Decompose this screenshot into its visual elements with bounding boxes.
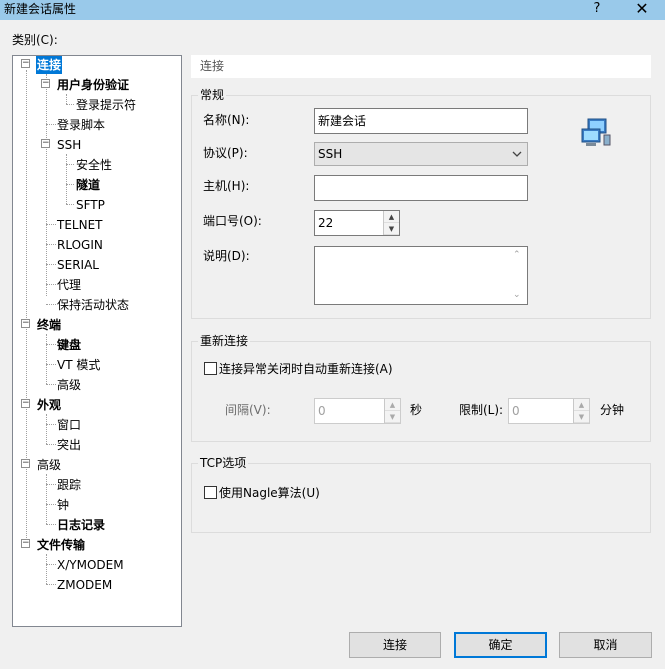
tree-item-sftp[interactable]: SFTP: [76, 196, 105, 214]
tree-item-zmodem[interactable]: ZMODEM: [57, 576, 112, 594]
cancel-button[interactable]: 取消: [559, 632, 652, 658]
collapse-icon[interactable]: −: [21, 319, 30, 328]
description-textarea[interactable]: [314, 246, 528, 305]
tree-item-highlight[interactable]: 突出: [57, 436, 81, 454]
ok-button[interactable]: 确定: [454, 632, 547, 658]
help-button[interactable]: ?: [587, 0, 607, 18]
connect-button[interactable]: 连接: [349, 632, 441, 658]
auto-reconnect-checkbox[interactable]: [204, 362, 217, 375]
tree-item-appearance[interactable]: 外观: [37, 396, 61, 414]
tree-item-xymodem[interactable]: X/YMODEM: [57, 556, 124, 574]
tree-item-proxy[interactable]: 代理: [57, 276, 81, 294]
host-input[interactable]: [314, 175, 528, 201]
tree-item-security[interactable]: 安全性: [76, 156, 112, 174]
port-input[interactable]: 22 ▲ ▼: [314, 210, 400, 236]
tree-item-tunnel[interactable]: 隧道: [76, 176, 100, 194]
tree-item-bell[interactable]: 钟: [57, 496, 69, 514]
interval-unit: 秒: [410, 403, 423, 417]
collapse-icon[interactable]: −: [21, 399, 30, 408]
limit-unit: 分钟: [600, 403, 625, 417]
tcp-group-title: TCP选项: [198, 456, 249, 470]
interval-spinner[interactable]: ▲ ▼: [384, 399, 400, 423]
tree-item-advanced[interactable]: 高级: [37, 456, 61, 474]
host-label: 主机(H):: [203, 179, 250, 193]
session-computers-icon: [580, 117, 612, 149]
spin-down-icon[interactable]: ▼: [384, 223, 399, 235]
tree-item-terminal-advanced[interactable]: 高级: [57, 376, 81, 394]
scroll-up-icon[interactable]: ⌃: [513, 250, 521, 260]
tree-item-ssh[interactable]: SSH: [57, 136, 81, 154]
spin-down-icon[interactable]: ▼: [385, 411, 400, 423]
tree-item-serial[interactable]: SERIAL: [57, 256, 99, 274]
collapse-icon[interactable]: −: [41, 79, 50, 88]
collapse-icon[interactable]: −: [21, 59, 30, 68]
tree-item-keepalive[interactable]: 保持活动状态: [57, 296, 129, 314]
section-header: 连接: [191, 55, 651, 78]
tree-item-telnet[interactable]: TELNET: [57, 216, 103, 234]
protocol-label: 协议(P):: [203, 146, 248, 160]
tree-item-terminal[interactable]: 终端: [37, 316, 61, 334]
auto-reconnect-label[interactable]: 连接异常关闭时自动重新连接(A): [219, 361, 393, 377]
port-label: 端口号(O):: [203, 214, 262, 228]
tree-item-login-prompt[interactable]: 登录提示符: [76, 96, 136, 114]
name-input[interactable]: 新建会话: [314, 108, 528, 134]
tree-item-window[interactable]: 窗口: [57, 416, 81, 434]
nagle-checkbox[interactable]: [204, 486, 217, 499]
close-button[interactable]: ✕: [630, 0, 654, 18]
general-group-title: 常规: [198, 88, 227, 102]
tree-item-keyboard[interactable]: 键盘: [57, 336, 81, 354]
collapse-icon[interactable]: −: [21, 459, 30, 468]
interval-label: 间隔(V):: [225, 403, 271, 417]
tree-item-file-transfer[interactable]: 文件传输: [37, 536, 85, 554]
nagle-label[interactable]: 使用Nagle算法(U): [219, 485, 320, 501]
chevron-down-icon: [512, 143, 522, 174]
tree-item-logging[interactable]: 日志记录: [57, 516, 105, 534]
tree-item-login-script[interactable]: 登录脚本: [57, 116, 105, 134]
protocol-value: SSH: [318, 147, 343, 161]
limit-value: 0: [512, 404, 520, 418]
interval-input[interactable]: 0 ▲ ▼: [314, 398, 401, 424]
protocol-select[interactable]: SSH: [314, 142, 528, 166]
limit-input[interactable]: 0 ▲ ▼: [508, 398, 590, 424]
title-bar[interactable]: [0, 0, 665, 20]
spin-down-icon[interactable]: ▼: [574, 411, 589, 423]
collapse-icon[interactable]: −: [41, 139, 50, 148]
limit-spinner[interactable]: ▲ ▼: [573, 399, 589, 423]
tree-item-trace[interactable]: 跟踪: [57, 476, 81, 494]
scroll-down-icon[interactable]: ⌄: [513, 290, 521, 300]
tree-item-rlogin[interactable]: RLOGIN: [57, 236, 103, 254]
interval-value: 0: [318, 404, 326, 418]
tree-item-connection[interactable]: 连接: [36, 56, 63, 74]
limit-label: 限制(L):: [459, 403, 504, 417]
category-tree[interactable]: − − − − − − − 连接 用户身份验证 登录提示符 登录脚本 SSH 安…: [12, 55, 182, 627]
window-title: 新建会话属性: [4, 2, 77, 16]
collapse-icon[interactable]: −: [21, 539, 30, 548]
name-label: 名称(N):: [203, 113, 250, 127]
port-value: 22: [318, 216, 334, 230]
tree-item-vt-mode[interactable]: VT 模式: [57, 356, 100, 374]
category-label: 类别(C):: [12, 33, 58, 47]
description-label: 说明(D):: [203, 249, 250, 263]
tree-item-user-auth[interactable]: 用户身份验证: [57, 76, 129, 94]
reconnect-group-title: 重新连接: [198, 334, 251, 348]
port-spinner[interactable]: ▲ ▼: [383, 211, 399, 235]
